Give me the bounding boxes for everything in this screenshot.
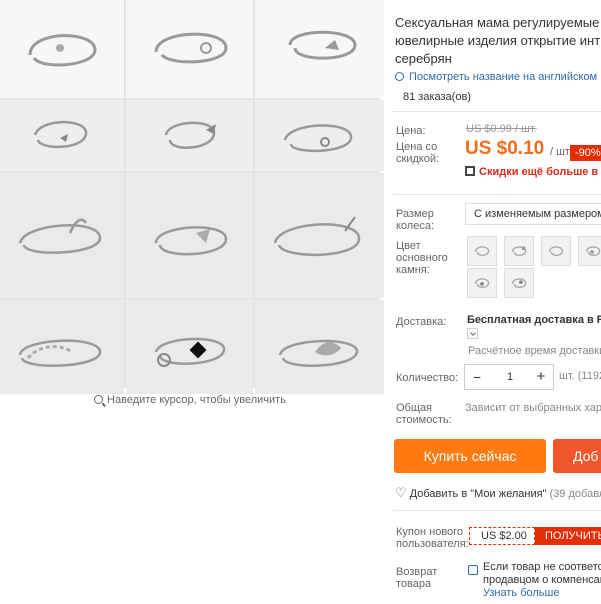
coupon-amount: US $2.00 [469, 527, 535, 545]
old-price: US $0.99 / шт. [466, 123, 537, 135]
heart-icon: ♡ [395, 485, 407, 500]
quantity-stepper: − 1 + [464, 364, 554, 390]
divider [393, 111, 601, 112]
learn-more-link[interactable]: Узнать больше [483, 587, 601, 600]
color-label: Цвет основного камня: [396, 240, 448, 276]
qr-code-icon [465, 166, 475, 176]
total-note: Зависит от выбранных хара [465, 402, 601, 414]
thumbnail-ring-1[interactable] [0, 0, 124, 98]
product-info-panel: Сексуальная мама регулируемые с ювелирны… [383, 0, 601, 604]
returns-line-2: продавцом о компенсац [483, 574, 601, 586]
quantity-decrease-button[interactable]: − [465, 365, 489, 389]
globe-icon [395, 72, 404, 81]
color-swatch-3[interactable] [541, 236, 571, 266]
discount-badge: -90% [570, 145, 601, 161]
quantity-label: Количество: [396, 372, 459, 384]
color-swatch-2[interactable] [504, 236, 534, 266]
returns-info: Если товар не соответств продавцом о ком… [483, 561, 601, 600]
zoom-hint: Наведите курсор, чтобы увеличить [0, 394, 380, 406]
size-label: Размер колеса: [396, 208, 435, 232]
shipping-label: Доставка: [396, 316, 447, 328]
delivery-time: Расчётное время доставки: [468, 345, 601, 357]
discount-price: US $0.10 [465, 138, 545, 159]
divider [393, 510, 601, 511]
quantity-increase-button[interactable]: + [529, 365, 553, 389]
magnifier-icon [94, 395, 104, 404]
chevron-down-icon[interactable] [467, 328, 478, 339]
wishlist-text: Добавить в "Мои желания" [409, 488, 547, 500]
add-to-cart-button[interactable]: Доб [553, 439, 601, 473]
thumbnail-ring-10[interactable] [0, 300, 124, 394]
quantity-available: шт. (1192 [559, 370, 601, 382]
order-count: 81 заказа(ов) [403, 91, 471, 103]
app-promo-text: Скидки ещё больше в при [479, 166, 601, 178]
thumbnail-ring-8[interactable] [126, 173, 253, 298]
color-swatch-6[interactable] [504, 268, 534, 298]
thumbnail-ring-2[interactable] [126, 0, 253, 98]
add-to-wishlist-link[interactable]: ♡Добавить в "Мои желания" (39 добавлений [395, 485, 601, 501]
returns-label: Возврат товара [396, 566, 438, 590]
buy-now-button[interactable]: Купить сейчас [394, 439, 546, 473]
zoom-hint-text: Наведите курсор, чтобы увеличить [107, 394, 286, 406]
quantity-input[interactable]: 1 [489, 365, 531, 389]
thumbnail-ring-4[interactable] [0, 100, 124, 171]
returns-line-1: Если товар не соответств [483, 561, 601, 573]
translate-link-text: Посмотреть название на английском [409, 71, 598, 83]
get-coupon-button[interactable]: ПОЛУЧИТЬ [535, 527, 601, 545]
shipping-method[interactable]: Бесплатная доставка в Rus [467, 314, 601, 326]
color-swatch-4[interactable] [578, 236, 601, 266]
thumbnail-ring-12[interactable] [255, 300, 384, 394]
thumbnail-ring-5[interactable] [126, 100, 253, 171]
app-promo-link[interactable]: Скидки ещё больше в при [465, 166, 601, 178]
thumbnail-ring-7[interactable] [0, 173, 124, 298]
shield-icon [468, 565, 478, 575]
size-option[interactable]: С изменяемым размером [465, 203, 601, 225]
new-user-coupon: US $2.00 ПОЛУЧИТЬ [469, 527, 601, 545]
image-gallery: Наведите курсор, чтобы увеличить [0, 0, 384, 406]
discount-price-label: Цена со скидкой: [396, 141, 440, 165]
price-label: Цена: [396, 125, 426, 137]
thumbnail-ring-6[interactable] [255, 100, 384, 171]
product-title: Сексуальная мама регулируемые с ювелирны… [395, 15, 601, 66]
translate-link[interactable]: Посмотреть название на английском [395, 71, 597, 83]
color-swatch-1[interactable] [467, 236, 497, 266]
color-swatch-5[interactable] [467, 268, 497, 298]
thumbnail-ring-9[interactable] [255, 173, 384, 298]
divider [393, 194, 601, 195]
total-label: Общая стоимость: [396, 402, 452, 426]
thumbnail-grid [0, 0, 384, 394]
thumbnail-ring-11[interactable] [126, 300, 253, 394]
wishlist-count: (39 добавлений [549, 488, 601, 500]
price-unit: / шт. [550, 146, 572, 158]
coupon-label: Купон нового пользователя: [396, 526, 469, 550]
thumbnail-ring-3[interactable] [255, 0, 384, 98]
